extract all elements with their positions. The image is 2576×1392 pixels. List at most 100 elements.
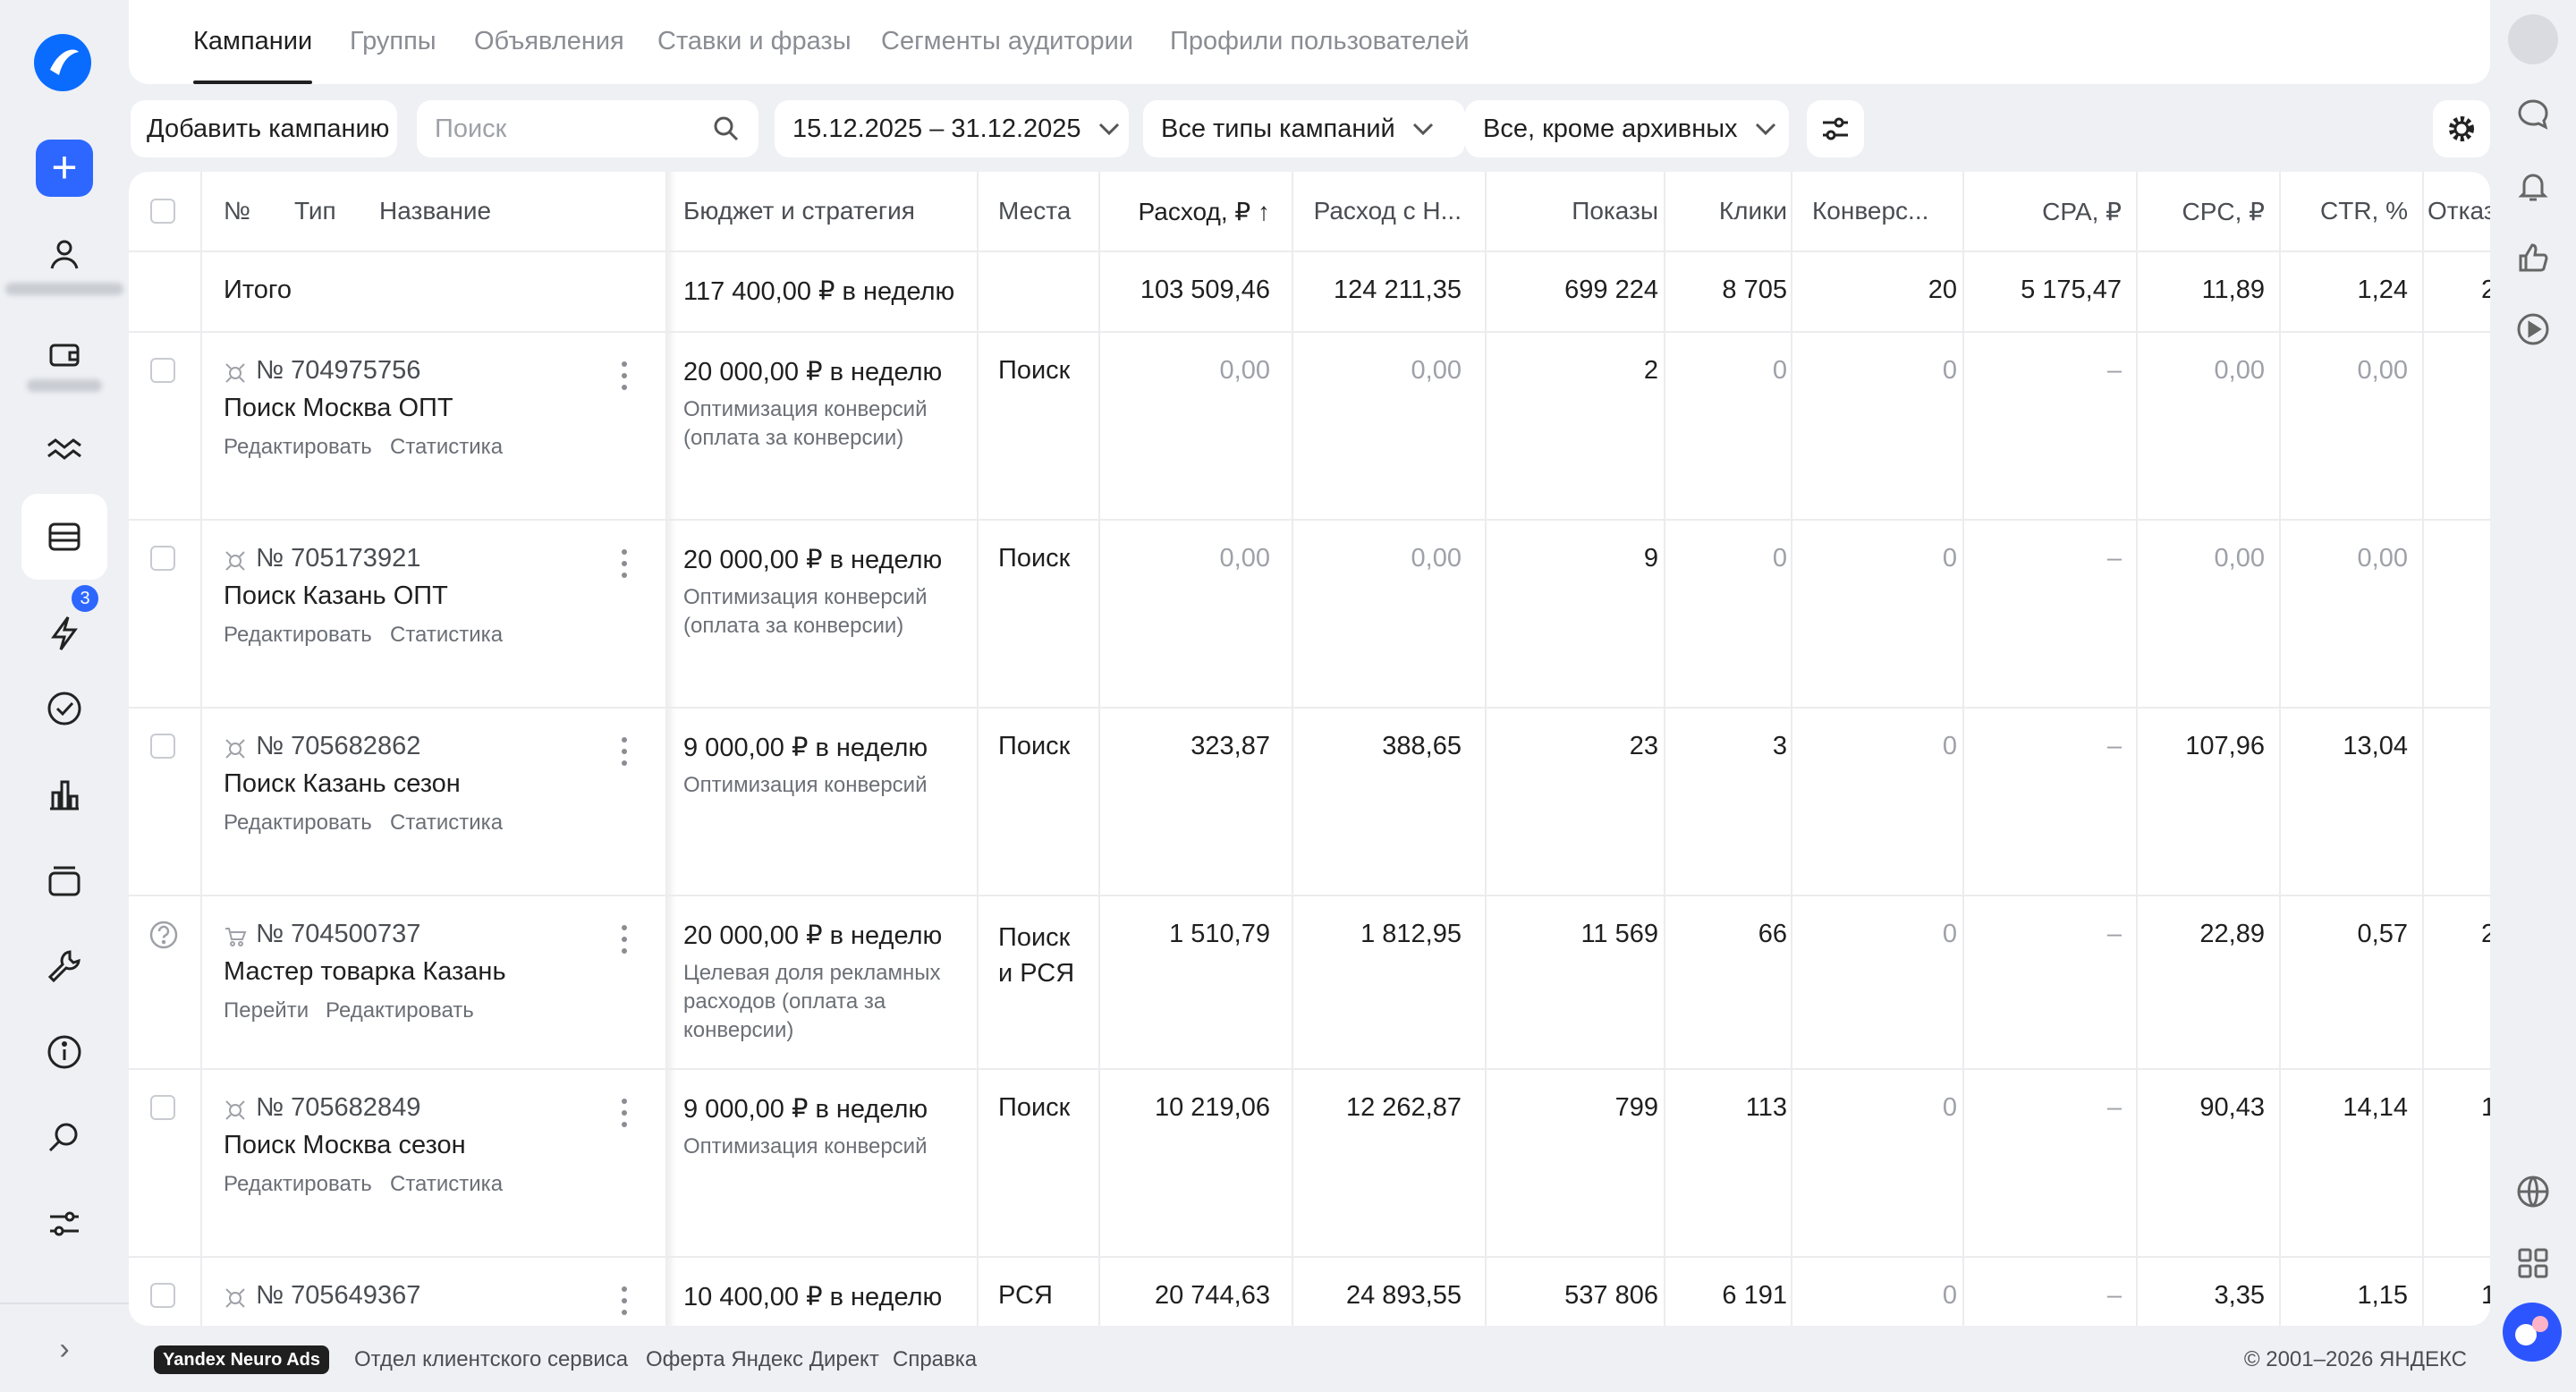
tab-bids-phrases[interactable]: Ставки и фразы <box>657 27 852 56</box>
header-spend-vat[interactable]: Расход с Н... <box>1314 197 1462 225</box>
chat-icon[interactable] <box>2504 86 2562 143</box>
row-cpc: 22,89 <box>2199 920 2265 948</box>
header-bounce[interactable]: Отказ <box>2428 197 2490 225</box>
avatar[interactable] <box>2508 14 2558 64</box>
campaign-name[interactable]: Мастер товарка Казань <box>224 957 506 987</box>
stats-link[interactable]: Статистика <box>390 435 503 460</box>
row-checkbox[interactable] <box>150 1283 175 1308</box>
layers-icon[interactable] <box>36 852 93 909</box>
row-menu-icon[interactable] <box>621 925 628 957</box>
play-icon[interactable] <box>2504 301 2562 358</box>
add-campaign-button[interactable]: Добавить кампанию <box>131 100 397 157</box>
direct-logo-icon[interactable] <box>34 34 91 91</box>
row-impressions: 11 569 <box>1580 920 1658 948</box>
user-icon[interactable] <box>36 225 93 283</box>
wave-icon[interactable] <box>36 420 93 478</box>
apps-grid-icon[interactable] <box>2504 1235 2562 1292</box>
header-places[interactable]: Места <box>998 197 1071 225</box>
neuro-ads-badge[interactable]: Yandex Neuro Ads <box>154 1345 329 1374</box>
collapse-chevron-icon[interactable]: › <box>47 1331 82 1367</box>
search-campaign-icon <box>225 551 245 571</box>
bell-icon[interactable] <box>2504 157 2562 215</box>
campaign-name[interactable]: Поиск Казань сезон <box>224 769 461 799</box>
row-places: Поиск <box>998 1093 1071 1122</box>
row-cpa: – <box>2106 1281 2122 1310</box>
thumbs-up-icon[interactable] <box>2504 229 2562 286</box>
tab-audience-segments[interactable]: Сегменты аудитории <box>881 27 1133 56</box>
archive-filter-label: Все, кроме архивных <box>1483 114 1738 143</box>
lightning-icon[interactable] <box>36 605 93 662</box>
edit-link[interactable]: Редактировать <box>224 811 372 836</box>
footer-offer-link[interactable]: Оферта Яндекс Директ <box>646 1347 879 1372</box>
row-menu-icon[interactable] <box>621 737 628 769</box>
footer-client-service-link[interactable]: Отдел клиентского сервиса <box>354 1347 628 1372</box>
row-checkbox[interactable] <box>150 734 175 759</box>
campaign-name[interactable]: Поиск Москва сезон <box>224 1131 466 1160</box>
table-settings-button[interactable] <box>2433 100 2490 157</box>
filter-settings-button[interactable] <box>1807 100 1864 157</box>
campaigns-icon[interactable] <box>21 494 107 580</box>
tab-ads[interactable]: Объявления <box>474 27 624 56</box>
header-spend[interactable]: Расход, ₽ ↑ <box>1139 197 1270 226</box>
row-menu-icon[interactable] <box>621 549 628 581</box>
wrench-icon[interactable] <box>36 938 93 995</box>
edit-link[interactable]: Редактировать <box>224 1172 372 1197</box>
campaign-type-filter[interactable]: Все типы кампаний <box>1143 100 1465 157</box>
row-checkbox[interactable] <box>150 358 175 383</box>
neuro-assistant-icon[interactable] <box>2503 1303 2562 1362</box>
info-icon[interactable] <box>36 1023 93 1081</box>
stats-link[interactable]: Статистика <box>390 623 503 648</box>
header-type[interactable]: Тип <box>294 197 336 225</box>
edit-link[interactable]: Редактировать <box>224 435 372 460</box>
header-impressions[interactable]: Показы <box>1572 197 1658 225</box>
row-checkbox[interactable] <box>150 1095 175 1120</box>
header-name[interactable]: Название <box>379 197 491 225</box>
wallet-icon[interactable] <box>36 326 93 383</box>
globe-icon[interactable] <box>2504 1163 2562 1220</box>
select-all-checkbox[interactable] <box>150 199 175 224</box>
create-button[interactable]: + <box>36 140 93 197</box>
sliders-icon[interactable] <box>36 1195 93 1252</box>
stats-link[interactable]: Статистика <box>390 1172 503 1197</box>
row-menu-icon[interactable] <box>621 1099 628 1131</box>
stats-link[interactable]: Статистика <box>390 811 503 836</box>
open-link[interactable]: Перейти <box>224 998 309 1023</box>
header-cpa[interactable]: CPA, ₽ <box>2042 197 2122 226</box>
edit-link[interactable]: Редактировать <box>224 623 372 648</box>
row-menu-icon[interactable] <box>621 361 628 394</box>
tab-user-profiles[interactable]: Профили пользователей <box>1170 27 1470 56</box>
search-icon[interactable] <box>36 1109 93 1167</box>
edit-link[interactable]: Редактировать <box>326 998 474 1023</box>
header-ctr[interactable]: CTR, % <box>2320 197 2408 225</box>
tab-groups[interactable]: Группы <box>350 27 436 56</box>
row-cpc: 0,00 <box>2214 544 2265 573</box>
header-clicks[interactable]: Клики <box>1719 197 1787 225</box>
row-spend: 323,87 <box>1191 732 1270 760</box>
footer-help-link[interactable]: Справка <box>893 1347 977 1372</box>
total-cpa: 5 175,47 <box>2021 276 2122 304</box>
row-bounce: 2 <box>2481 920 2490 948</box>
row-ctr: 14,14 <box>2343 1093 2408 1122</box>
search-input[interactable]: Поиск <box>417 100 758 157</box>
date-range-picker[interactable]: 15.12.2025 – 31.12.2025 <box>775 100 1129 157</box>
header-cpc[interactable]: CPC, ₽ <box>2182 197 2266 226</box>
campaign-name[interactable]: Поиск Казань ОПТ <box>224 581 448 611</box>
help-circle-icon[interactable] <box>148 920 179 950</box>
campaign-id: № 705682862 <box>256 732 421 760</box>
row-bounce: 1 <box>2481 1093 2490 1122</box>
total-cpc: 11,89 <box>2201 276 2265 304</box>
cart-icon <box>225 928 247 946</box>
row-checkbox[interactable] <box>150 546 175 571</box>
footer-copyright: © 2001–2026 ЯНДЕКС <box>2243 1347 2467 1371</box>
row-cpa: – <box>2106 1093 2122 1122</box>
header-budget[interactable]: Бюджет и стратегия <box>683 197 915 225</box>
archive-filter[interactable]: Все, кроме архивных <box>1465 100 1789 157</box>
row-menu-icon[interactable] <box>621 1286 628 1319</box>
check-circle-icon[interactable] <box>36 680 93 737</box>
header-conversions[interactable]: Конверс... <box>1812 197 1928 225</box>
tab-campaigns[interactable]: Кампании <box>193 27 313 84</box>
bar-chart-icon[interactable] <box>36 766 93 823</box>
section-tabs: Кампании Группы Объявления Ставки и фраз… <box>129 0 2490 84</box>
header-number[interactable]: № <box>224 197 250 225</box>
campaign-name[interactable]: Поиск Москва ОПТ <box>224 394 453 423</box>
